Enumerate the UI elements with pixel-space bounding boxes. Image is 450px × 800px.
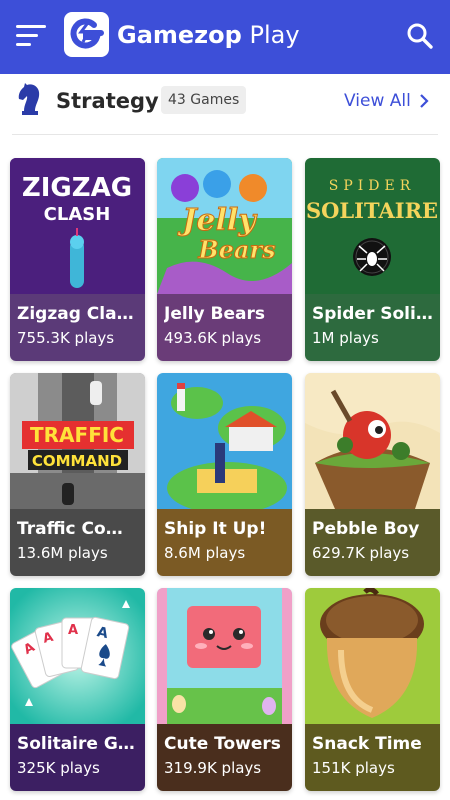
game-plays: 629.7K plays <box>312 544 410 562</box>
game-info: Cute Towers 319.9K plays <box>157 724 292 791</box>
thumb-banner-bottom: COMMAND <box>32 452 122 470</box>
game-title: Jelly Bears <box>164 304 265 324</box>
game-card[interactable]: Jelly Bears Jelly Bears 493.6K plays <box>157 158 292 361</box>
game-thumbnail <box>157 373 292 509</box>
game-title: Traffic Command <box>17 519 138 539</box>
game-info: Jelly Bears 493.6K plays <box>157 294 292 361</box>
game-card[interactable]: Pebble Boy 629.7K plays <box>305 373 440 576</box>
thumb-banner-bottom: Bears <box>197 235 276 264</box>
game-info: Traffic Command 13.6M plays <box>10 509 145 576</box>
game-card[interactable]: Snack Time 151K plays <box>305 588 440 791</box>
game-thumbnail: SPIDER SOLITAIRE <box>305 158 440 294</box>
thumb-banner-bottom: SOLITAIRE <box>306 198 438 223</box>
game-title: Solitaire Gold <box>17 734 138 754</box>
game-thumbnail <box>305 588 440 724</box>
app-bar: Gamezop Play <box>0 0 450 74</box>
game-title: Cute Towers <box>164 734 281 754</box>
menu-icon[interactable] <box>16 25 46 47</box>
section-header: Strategy 43 Games View All <box>0 74 450 130</box>
brand-bold: Gamezop <box>117 21 242 49</box>
game-plays: 1M plays <box>312 329 379 347</box>
game-title: Spider Solitaire <box>312 304 433 324</box>
thumb-banner-top: SPIDER <box>329 178 416 194</box>
section-title: Strategy <box>56 89 159 113</box>
game-plays: 325K plays <box>17 759 100 777</box>
brand-light: Play <box>249 21 300 49</box>
divider <box>12 134 438 135</box>
game-card[interactable]: SPIDER SOLITAIRE Spider Solitaire 1M pla… <box>305 158 440 361</box>
game-plays: 13.6M plays <box>17 544 108 562</box>
game-thumbnail <box>157 588 292 724</box>
svg-text:A: A <box>68 623 78 638</box>
game-card[interactable]: ZIGZAG CLASH Zigzag Clash 755.3K plays <box>10 158 145 361</box>
game-plays: 319.9K plays <box>164 759 262 777</box>
thumb-banner-top: Jelly <box>177 203 258 238</box>
game-plays: 8.6M plays <box>164 544 246 562</box>
game-title: Ship It Up! <box>164 519 267 539</box>
gamezop-logo-icon[interactable] <box>64 12 109 57</box>
game-info: Spider Solitaire 1M plays <box>305 294 440 361</box>
game-card[interactable]: TRAFFIC COMMAND Traffic Command 13.6M pl… <box>10 373 145 576</box>
game-thumbnail: Jelly Bears <box>157 158 292 294</box>
chess-knight-icon <box>16 82 44 118</box>
thumb-banner-top: TRAFFIC <box>30 423 124 447</box>
chevron-right-icon <box>420 94 429 108</box>
game-thumbnail: TRAFFIC COMMAND <box>10 373 145 509</box>
game-thumbnail: A A A A <box>10 588 145 724</box>
game-card[interactable]: Cute Towers 319.9K plays <box>157 588 292 791</box>
game-thumbnail <box>305 373 440 509</box>
thumb-banner-top: ZIGZAG <box>22 173 132 203</box>
game-card[interactable]: A A A A Solitaire Gold 325K plays <box>10 588 145 791</box>
game-info: Solitaire Gold 325K plays <box>10 724 145 791</box>
view-all-label: View All <box>344 91 411 111</box>
game-plays: 755.3K plays <box>17 329 115 347</box>
game-info: Ship It Up! 8.6M plays <box>157 509 292 576</box>
game-title: Zigzag Clash <box>17 304 138 324</box>
game-info: Pebble Boy 629.7K plays <box>305 509 440 576</box>
game-thumbnail: ZIGZAG CLASH <box>10 158 145 294</box>
search-icon[interactable] <box>404 20 436 52</box>
brand-name[interactable]: Gamezop Play <box>117 18 300 52</box>
game-plays: 151K plays <box>312 759 395 777</box>
thumb-banner-bottom: CLASH <box>44 204 111 225</box>
game-title: Snack Time <box>312 734 422 754</box>
game-info: Zigzag Clash 755.3K plays <box>10 294 145 361</box>
game-count-badge: 43 Games <box>161 86 247 114</box>
game-plays: 493.6K plays <box>164 329 262 347</box>
game-info: Snack Time 151K plays <box>305 724 440 791</box>
view-all-link[interactable]: View All <box>344 88 429 114</box>
game-card[interactable]: Ship It Up! 8.6M plays <box>157 373 292 576</box>
game-title: Pebble Boy <box>312 519 420 539</box>
